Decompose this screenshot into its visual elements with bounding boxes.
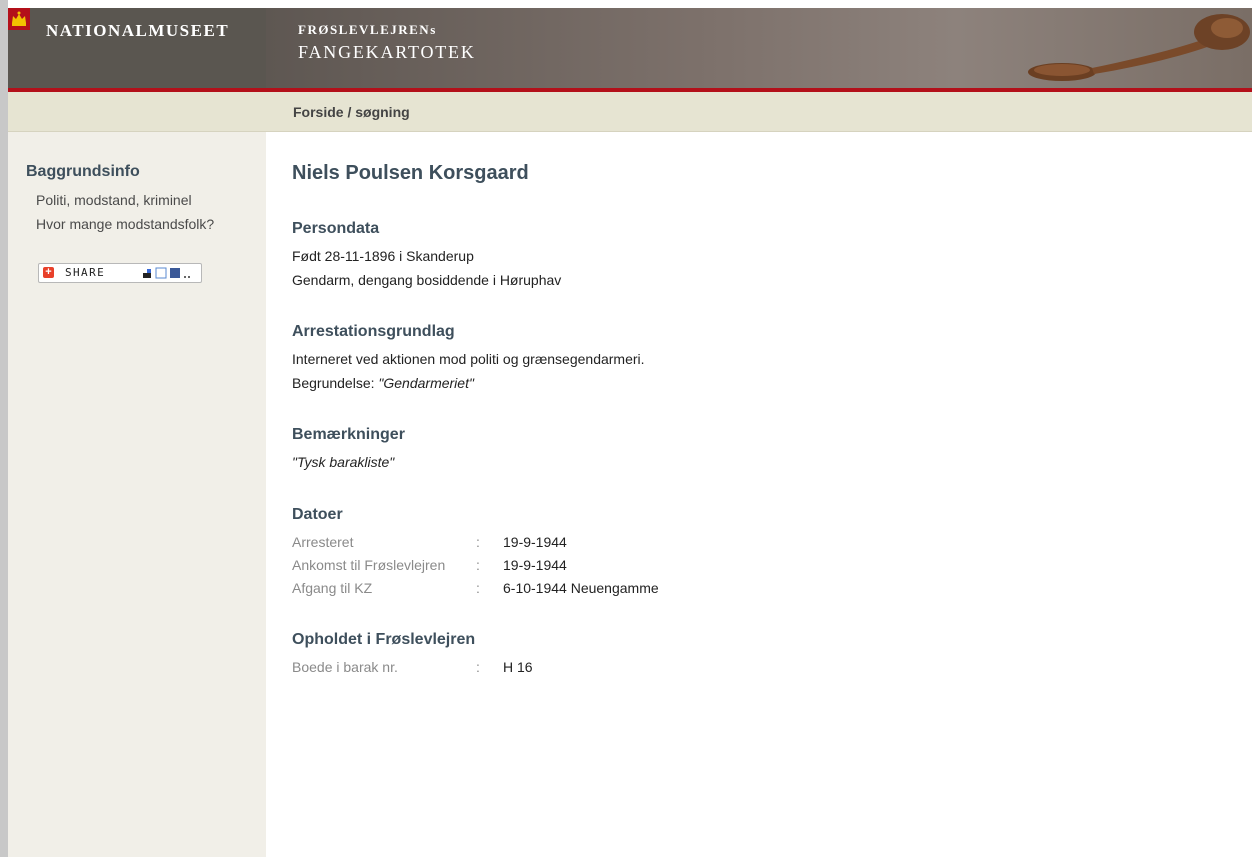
sidebar: Baggrundsinfo Politi, modstand, kriminel… bbox=[8, 132, 266, 857]
banner-title-line2: FANGEKARTOTEK bbox=[298, 42, 476, 62]
section-title-remarks: Bemærkninger bbox=[292, 426, 405, 443]
persondata-occupation: Gendarm, dengang bosiddende i Høruphav bbox=[292, 272, 562, 288]
section-title-stay: Opholdet i Frøslevlejren bbox=[292, 631, 476, 648]
sidebar-title: Baggrundsinfo bbox=[26, 163, 140, 180]
date-value-arrival: 19-9-1944 bbox=[503, 557, 567, 573]
nationalmuseet-logo[interactable]: NATIONALMUSEET bbox=[8, 8, 266, 88]
section-title-dates: Datoer bbox=[292, 506, 343, 523]
spoon-image bbox=[1028, 14, 1250, 81]
date-label-arrested: Arresteret bbox=[292, 534, 354, 550]
share-label: SHARE bbox=[65, 266, 106, 279]
share-services-icons bbox=[143, 267, 195, 282]
sidebar-link-politi[interactable]: Politi, modstand, kriminel bbox=[36, 192, 192, 208]
plus-icon: + bbox=[43, 267, 54, 278]
date-label-departure-kz: Afgang til KZ bbox=[292, 580, 373, 596]
banner-title-line1: FRØSLEVLEJRENs bbox=[298, 22, 437, 37]
breadcrumb-link-home-search[interactable]: Forside / søgning bbox=[293, 104, 410, 120]
persondata-birth: Født 28-11-1896 i Skanderup bbox=[292, 248, 474, 264]
arrest-reason: Begrundelse: "Gendarmeriet" bbox=[292, 375, 474, 391]
arrest-description: Interneret ved aktionen mod politi og gr… bbox=[292, 351, 645, 367]
site-header: NATIONALMUSEET FRØSLEVLEJRENs FANGEKARTO… bbox=[8, 8, 1252, 88]
arrest-reason-value: "Gendarmeriet" bbox=[378, 375, 474, 391]
site-banner: FRØSLEVLEJRENs FANGEKARTOTEK bbox=[266, 8, 1252, 88]
sidebar-link-modstandsfolk[interactable]: Hvor mange modstandsfolk? bbox=[36, 216, 214, 232]
date-value-departure-kz: 6-10-1944 Neuengamme bbox=[503, 580, 659, 596]
logo-text: NATIONALMUSEET bbox=[46, 21, 230, 40]
date-value-arrested: 19-9-1944 bbox=[503, 534, 567, 550]
crown-icon bbox=[8, 8, 30, 30]
date-colon: : bbox=[476, 557, 480, 573]
left-edge-strip bbox=[0, 0, 8, 857]
stay-label-barrack: Boede i barak nr. bbox=[292, 659, 398, 675]
remarks-text: "Tysk barakliste" bbox=[292, 454, 395, 470]
person-name: Niels Poulsen Korsgaard bbox=[292, 162, 529, 184]
arrest-reason-label: Begrundelse: bbox=[292, 375, 379, 391]
section-title-persondata: Persondata bbox=[292, 220, 380, 237]
date-label-arrival: Ankomst til Frøslevlejren bbox=[292, 557, 446, 573]
stay-value-barrack: H 16 bbox=[503, 659, 533, 675]
stay-colon: : bbox=[476, 659, 480, 675]
date-colon: : bbox=[476, 580, 480, 596]
share-button[interactable]: + SHARE bbox=[38, 263, 202, 283]
date-colon: : bbox=[476, 534, 480, 550]
breadcrumb-bar: Forside / søgning bbox=[8, 92, 1252, 132]
section-title-arrest: Arrestationsgrundlag bbox=[292, 323, 455, 340]
